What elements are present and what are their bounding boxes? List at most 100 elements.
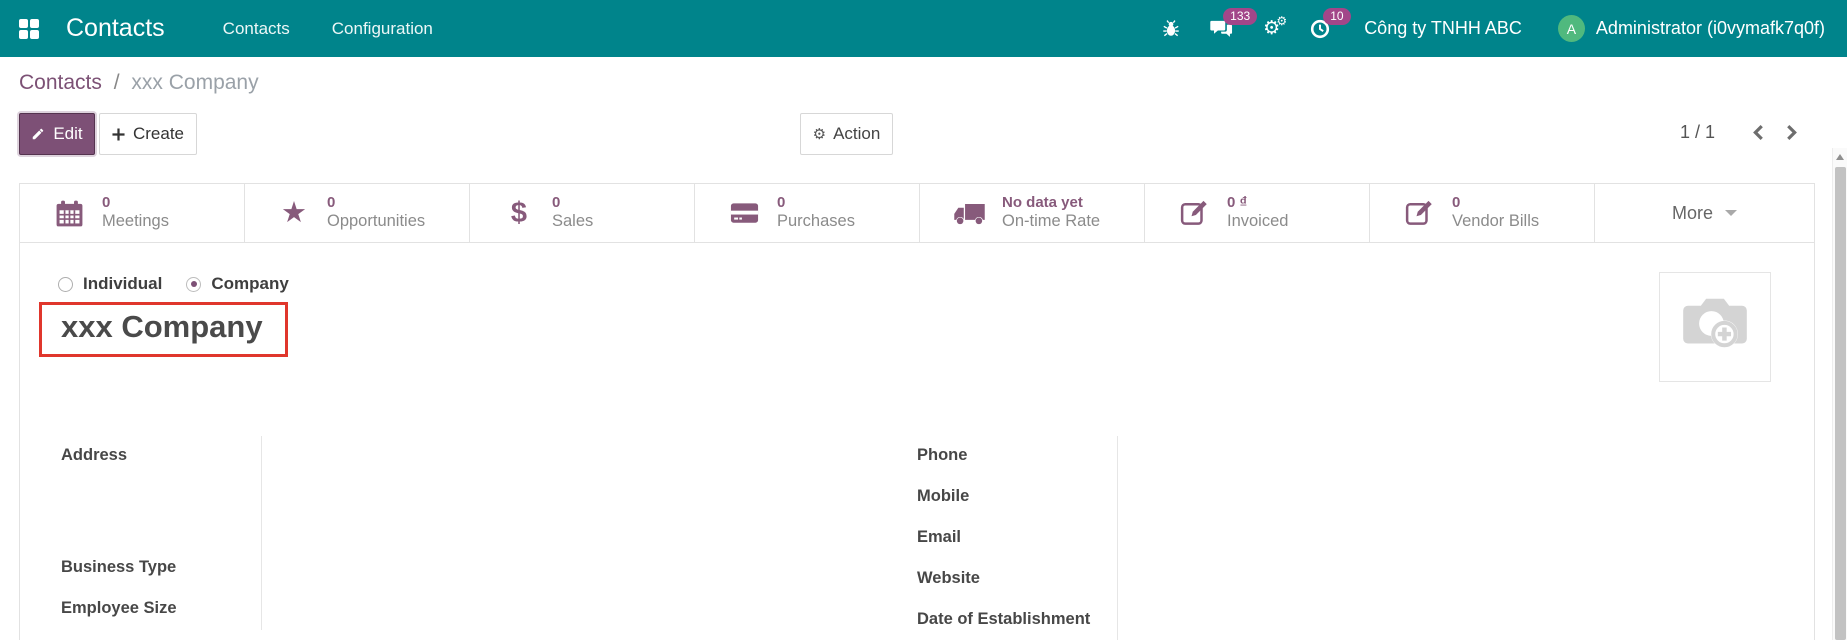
field-row-date-of-establishment: Date of Establishment: [917, 600, 1617, 640]
user-menu[interactable]: A Administrator (i0vymafk7q0f): [1558, 15, 1825, 42]
create-button-label: Create: [133, 124, 184, 144]
stat-button-invoiced[interactable]: 0 ₫ Invoiced: [1145, 184, 1370, 242]
opportunities-count: 0: [327, 194, 425, 212]
star-icon: ★: [276, 199, 312, 228]
breadcrumb-separator: /: [114, 71, 120, 94]
vendor-bills-label: Vendor Bills: [1452, 212, 1539, 232]
vertical-scrollbar[interactable]: [1832, 148, 1847, 640]
field-row-business-type: Business Type: [61, 548, 761, 589]
chevron-down-icon: [1725, 210, 1737, 216]
email-value[interactable]: [1118, 518, 1617, 559]
navbar-right: 133 ⚙ ⚙ 10 Công ty TNHH ABC A Administra…: [1132, 15, 1825, 42]
on-time-rate-value: No data yet: [1002, 194, 1100, 212]
radio-individual[interactable]: [58, 277, 73, 292]
pager-next-button[interactable]: [1785, 124, 1799, 141]
pencil-icon: [31, 127, 45, 141]
field-row-mobile: Mobile: [917, 477, 1617, 518]
sales-label: Sales: [552, 212, 593, 232]
address-label: Address: [61, 436, 262, 548]
breadcrumb-contacts-link[interactable]: Contacts: [19, 71, 102, 94]
field-row-phone: Phone: [917, 436, 1617, 477]
button-row: Edit Create ⚙ Action: [0, 113, 1847, 155]
nav-menu-contacts[interactable]: Contacts: [223, 19, 290, 39]
business-type-value[interactable]: [262, 548, 761, 589]
company-type-selector: Individual Company: [58, 274, 1814, 294]
edit-button-label: Edit: [53, 124, 82, 144]
phone-value[interactable]: [1118, 436, 1617, 477]
plus-icon: [112, 128, 125, 141]
pager-previous-button[interactable]: [1751, 124, 1765, 141]
apps-menu-icon[interactable]: [19, 19, 39, 39]
record-name[interactable]: xxx Company: [61, 309, 263, 345]
employee-size-value[interactable]: [262, 589, 761, 630]
breadcrumb-current: xxx Company: [131, 71, 258, 94]
user-avatar: A: [1558, 15, 1585, 42]
date-of-establishment-value[interactable]: [1118, 600, 1617, 640]
photo-upload-box[interactable]: [1659, 272, 1771, 382]
radio-company-label[interactable]: Company: [211, 274, 288, 294]
address-value[interactable]: [262, 436, 761, 548]
create-button[interactable]: Create: [99, 113, 197, 155]
website-value[interactable]: [1118, 559, 1617, 600]
opportunities-label: Opportunities: [327, 212, 425, 232]
company-switcher[interactable]: Công ty TNHH ABC: [1364, 18, 1522, 39]
field-row-address: Address: [61, 436, 761, 548]
scrollbar-thumb[interactable]: [1835, 167, 1846, 640]
stat-button-on-time-rate[interactable]: No data yet On-time Rate: [920, 184, 1145, 242]
more-button-label: More: [1672, 203, 1713, 224]
annotation-highlight-box: xxx Company: [39, 302, 288, 357]
date-of-establishment-label: Date of Establishment: [917, 600, 1118, 640]
invoiced-label: Invoiced: [1227, 212, 1288, 232]
edit-button[interactable]: Edit: [19, 113, 95, 155]
field-row-email: Email: [917, 518, 1617, 559]
nav-menu-configuration[interactable]: Configuration: [332, 19, 433, 39]
user-name: Administrator (i0vymafk7q0f): [1596, 18, 1825, 39]
scrollbar-up-arrow-icon[interactable]: [1836, 154, 1844, 160]
calendar-icon: [51, 198, 87, 229]
employee-size-label: Employee Size: [61, 589, 262, 630]
settings-gears-icon[interactable]: ⚙ ⚙: [1263, 19, 1280, 38]
email-label: Email: [917, 518, 1118, 559]
field-group-left: Address Business Type Employee Size: [61, 436, 761, 630]
stat-button-vendor-bills[interactable]: 0 Vendor Bills: [1370, 184, 1595, 242]
meetings-label: Meetings: [102, 212, 169, 232]
pager-value: 1 / 1: [1680, 122, 1715, 143]
app-brand[interactable]: Contacts: [66, 14, 165, 43]
on-time-rate-label: On-time Rate: [1002, 212, 1100, 232]
business-type-label: Business Type: [61, 548, 262, 589]
truck-icon: [951, 200, 987, 227]
mobile-value[interactable]: [1118, 477, 1617, 518]
radio-individual-label[interactable]: Individual: [83, 274, 162, 294]
activities-clock-icon[interactable]: 10: [1310, 19, 1330, 39]
purchases-count: 0: [777, 194, 855, 212]
contact-form-card: 0 Meetings ★ 0 Opportunities $ 0 Sales: [19, 183, 1815, 640]
gear-icon: ⚙: [813, 125, 826, 143]
stat-button-opportunities[interactable]: ★ 0 Opportunities: [245, 184, 470, 242]
messages-count-badge: 133: [1223, 8, 1257, 25]
stat-button-sales[interactable]: $ 0 Sales: [470, 184, 695, 242]
stat-button-purchases[interactable]: 0 Purchases: [695, 184, 920, 242]
dollar-icon: $: [501, 199, 537, 228]
website-label: Website: [917, 559, 1118, 600]
invoiced-amount: 0 ₫: [1227, 194, 1288, 212]
radio-company[interactable]: [186, 277, 201, 292]
top-navbar: Contacts Contacts Configuration 133 ⚙ ⚙: [0, 0, 1847, 57]
meetings-count: 0: [102, 194, 169, 212]
phone-label: Phone: [917, 436, 1118, 477]
more-button[interactable]: More: [1595, 184, 1814, 242]
stat-button-meetings[interactable]: 0 Meetings: [20, 184, 245, 242]
action-button[interactable]: ⚙ Action: [800, 113, 893, 155]
field-row-website: Website: [917, 559, 1617, 600]
purchases-label: Purchases: [777, 212, 855, 232]
pager: 1 / 1: [1680, 122, 1799, 143]
breadcrumb: Contacts / xxx Company: [19, 71, 259, 95]
sales-count: 0: [552, 194, 593, 212]
action-button-label: Action: [833, 124, 880, 144]
messages-icon[interactable]: 133: [1210, 19, 1233, 39]
edit-note-icon: [1176, 198, 1212, 228]
debug-bug-icon[interactable]: [1162, 19, 1180, 38]
activities-count-badge: 10: [1323, 8, 1350, 25]
edit-note-icon: [1401, 198, 1437, 228]
credit-card-icon: [726, 200, 762, 226]
mobile-label: Mobile: [917, 477, 1118, 518]
